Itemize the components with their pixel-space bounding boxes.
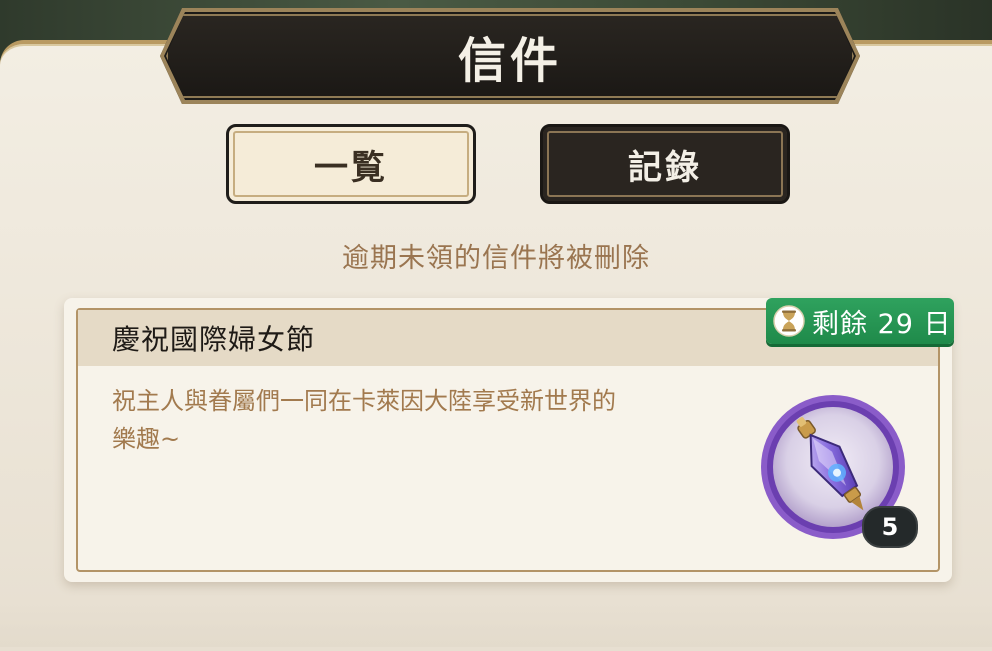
mail-item-title: 慶祝國際婦女節 (112, 323, 316, 356)
attachment-count-badge: 5 (862, 506, 918, 548)
mail-item-body: 祝主人與眷屬們一同在卡萊因大陸享受新世界的 樂趣~ (112, 382, 752, 458)
tab-list[interactable]: 一覧 (226, 124, 476, 204)
page-title: 信件 (457, 33, 562, 89)
remaining-days-badge: 剩餘 29 日 (766, 298, 954, 344)
tab-history[interactable]: 記錄 (540, 124, 790, 204)
expiry-notice: 逾期未領的信件將被刪除 (342, 243, 650, 274)
remaining-days-label: 剩餘 29 日 (812, 308, 952, 340)
bottom-fade (0, 600, 992, 647)
mail-body-line: 祝主人與眷屬們一同在卡萊因大陸享受新世界的 (112, 387, 616, 415)
tab-history-label: 記錄 (628, 147, 702, 188)
hourglass-icon (773, 305, 805, 337)
mail-body-line: 樂趣~ (112, 425, 181, 453)
tab-list-label: 一覧 (314, 147, 388, 188)
